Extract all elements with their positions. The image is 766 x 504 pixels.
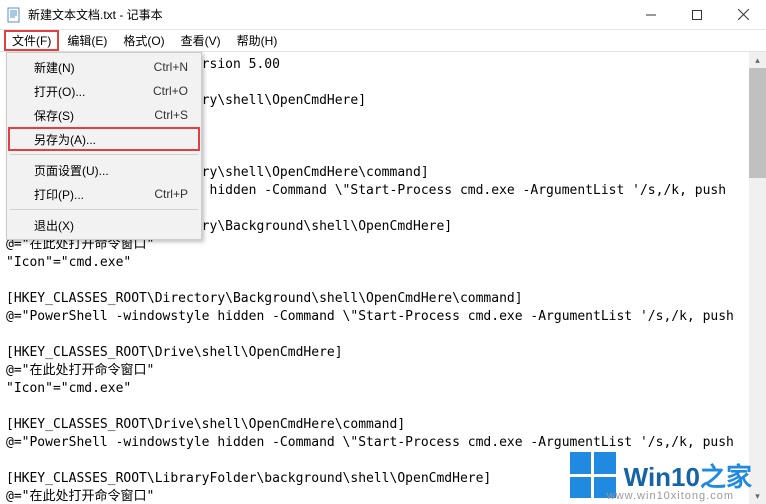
menu-item-shortcut: Ctrl+S — [154, 108, 188, 122]
menu-item-shortcut: Ctrl+N — [154, 60, 188, 74]
menu-format[interactable]: 格式(O) — [115, 30, 172, 51]
file-menu-dropdown: 新建(N) Ctrl+N 打开(O)... Ctrl+O 保存(S) Ctrl+… — [6, 52, 202, 240]
scroll-up-arrow[interactable]: ▴ — [749, 52, 766, 68]
menu-item-exit[interactable]: 退出(X) — [8, 213, 200, 237]
minimize-button[interactable] — [628, 0, 674, 29]
menu-item-save[interactable]: 保存(S) Ctrl+S — [8, 103, 200, 127]
menu-view[interactable]: 查看(V) — [173, 30, 229, 51]
menu-item-label: 页面设置(U)... — [34, 162, 109, 179]
menu-item-label: 保存(S) — [34, 107, 74, 124]
menu-item-label: 另存为(A)... — [34, 131, 96, 148]
menu-item-label: 打开(O)... — [34, 83, 85, 100]
menu-item-save-as[interactable]: 另存为(A)... — [8, 127, 200, 151]
menu-item-new[interactable]: 新建(N) Ctrl+N — [8, 55, 200, 79]
menu-separator — [10, 154, 198, 155]
menu-item-shortcut: Ctrl+O — [153, 84, 188, 98]
menu-item-page-setup[interactable]: 页面设置(U)... — [8, 158, 200, 182]
watermark-brand: Win10之家 — [624, 462, 752, 492]
app-icon — [6, 7, 22, 23]
scroll-thumb[interactable] — [749, 68, 766, 178]
menu-item-shortcut: Ctrl+P — [154, 187, 188, 201]
vertical-scrollbar[interactable]: ▴ ▾ — [749, 52, 766, 504]
window-controls — [628, 0, 766, 29]
maximize-button[interactable] — [674, 0, 720, 29]
menu-separator — [10, 209, 198, 210]
title-bar: 新建文本文档.txt - 记事本 — [0, 0, 766, 30]
menu-item-open[interactable]: 打开(O)... Ctrl+O — [8, 79, 200, 103]
menu-item-label: 新建(N) — [34, 59, 75, 76]
watermark: Win10之家 www.win10xitong.com — [570, 452, 752, 498]
menu-item-label: 打印(P)... — [34, 186, 84, 203]
menu-file[interactable]: 文件(F) — [4, 30, 59, 51]
menu-item-label: 退出(X) — [34, 217, 74, 234]
menu-edit[interactable]: 编辑(E) — [59, 30, 115, 51]
watermark-url: www.win10xitong.com — [607, 490, 734, 502]
close-button[interactable] — [720, 0, 766, 29]
menu-item-print[interactable]: 打印(P)... Ctrl+P — [8, 182, 200, 206]
window-title: 新建文本文档.txt - 记事本 — [28, 6, 628, 23]
menu-help[interactable]: 帮助(H) — [229, 30, 286, 51]
menu-bar: 文件(F) 编辑(E) 格式(O) 查看(V) 帮助(H) — [0, 30, 766, 52]
